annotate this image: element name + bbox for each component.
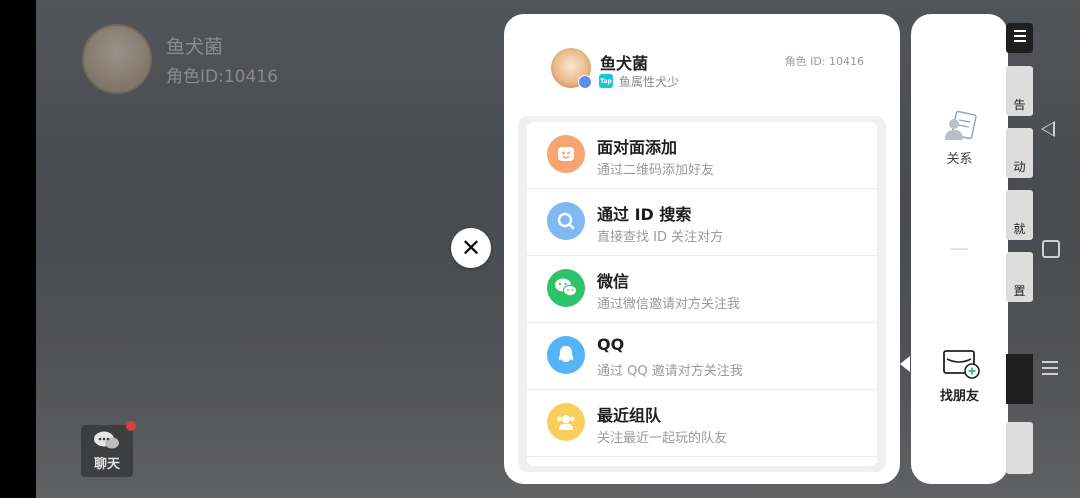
background-role-id: 角色ID:10416	[166, 67, 278, 87]
side-button-notice[interactable]: 告	[1006, 66, 1033, 116]
background-user-name: 鱼犬菌	[166, 36, 224, 58]
nav-separator	[950, 248, 968, 250]
background-light-block	[1006, 422, 1033, 474]
nav-find-friends[interactable]: 找朋友	[911, 347, 1008, 404]
add-friend-panel: 鱼犬菌 Tap 鱼属性犬少 角色 ID: 10416 面对面添加 通过二维码添加…	[504, 14, 900, 484]
chat-button[interactable]: 聊天	[81, 425, 133, 477]
option-id-search[interactable]: 通过 ID 搜索 直接查找 ID 关注对方	[527, 189, 877, 256]
profile-subtitle: 鱼属性犬少	[619, 75, 680, 89]
profile-avatar	[551, 48, 592, 89]
background-avatar	[82, 24, 152, 94]
option-title: 最近组队	[597, 406, 662, 425]
find-friends-icon	[942, 350, 980, 379]
find-friends-label: 找朋友	[939, 389, 979, 404]
right-nav-panel: 关系 找朋友	[911, 14, 1008, 484]
option-wechat[interactable]: 微信 通过微信邀请对方关注我	[527, 256, 877, 323]
background-dark-block	[1006, 354, 1033, 404]
relations-label: 关系	[946, 152, 973, 167]
active-tab-pointer	[900, 356, 910, 372]
option-subtitle: 通过二维码添加好友	[597, 163, 715, 178]
nav-relations[interactable]: 关系	[911, 110, 1008, 167]
options-container: 面对面添加 通过二维码添加好友 通过 ID 搜索 直接查找 ID 关注对方 微信…	[518, 116, 886, 472]
face-to-face-icon	[547, 135, 585, 173]
close-icon: ✕	[460, 234, 482, 262]
system-home-icon[interactable]	[1042, 240, 1060, 258]
option-face-to-face[interactable]: 面对面添加 通过二维码添加好友	[527, 122, 877, 189]
side-button-activity[interactable]: 动	[1006, 128, 1033, 178]
system-recents-icon[interactable]	[1042, 361, 1058, 363]
wechat-icon	[547, 269, 585, 307]
chat-notification-dot	[126, 421, 136, 431]
close-button[interactable]: ✕	[451, 228, 491, 268]
profile-role-id: 角色 ID: 10416	[784, 55, 864, 68]
option-subtitle: 关注最近一起玩的队友	[597, 431, 728, 446]
left-black-bar	[0, 0, 36, 498]
system-back-icon[interactable]	[1041, 121, 1055, 137]
option-title: 微信	[597, 272, 630, 291]
chat-label: 聊天	[93, 457, 120, 472]
qq-icon	[547, 336, 585, 374]
chat-bubble-icon	[94, 431, 119, 449]
side-button-settings[interactable]: 置	[1006, 252, 1033, 302]
option-title: 通过 ID 搜索	[597, 205, 692, 224]
hamburger-icon	[1013, 30, 1026, 32]
search-icon	[547, 202, 585, 240]
side-button-achievement[interactable]: 就	[1006, 190, 1033, 240]
option-title: 面对面添加	[597, 138, 678, 157]
profile-name: 鱼犬菌	[600, 54, 649, 73]
option-qq[interactable]: QQ 通过 QQ 邀请对方关注我	[527, 323, 877, 390]
recent-team-icon	[547, 403, 585, 441]
tap-logo-icon: Tap	[599, 74, 613, 88]
option-title: QQ	[597, 335, 625, 354]
menu-button[interactable]	[1006, 23, 1033, 53]
verified-badge-icon	[578, 75, 592, 89]
add-options-list: 面对面添加 通过二维码添加好友 通过 ID 搜索 直接查找 ID 关注对方 微信…	[527, 122, 877, 466]
option-subtitle: 直接查找 ID 关注对方	[597, 230, 724, 245]
option-recent-team[interactable]: 最近组队 关注最近一起玩的队友	[527, 390, 877, 457]
option-subtitle: 通过 QQ 邀请对方关注我	[597, 364, 743, 379]
relations-icon	[944, 110, 977, 140]
option-subtitle: 通过微信邀请对方关注我	[597, 297, 741, 312]
